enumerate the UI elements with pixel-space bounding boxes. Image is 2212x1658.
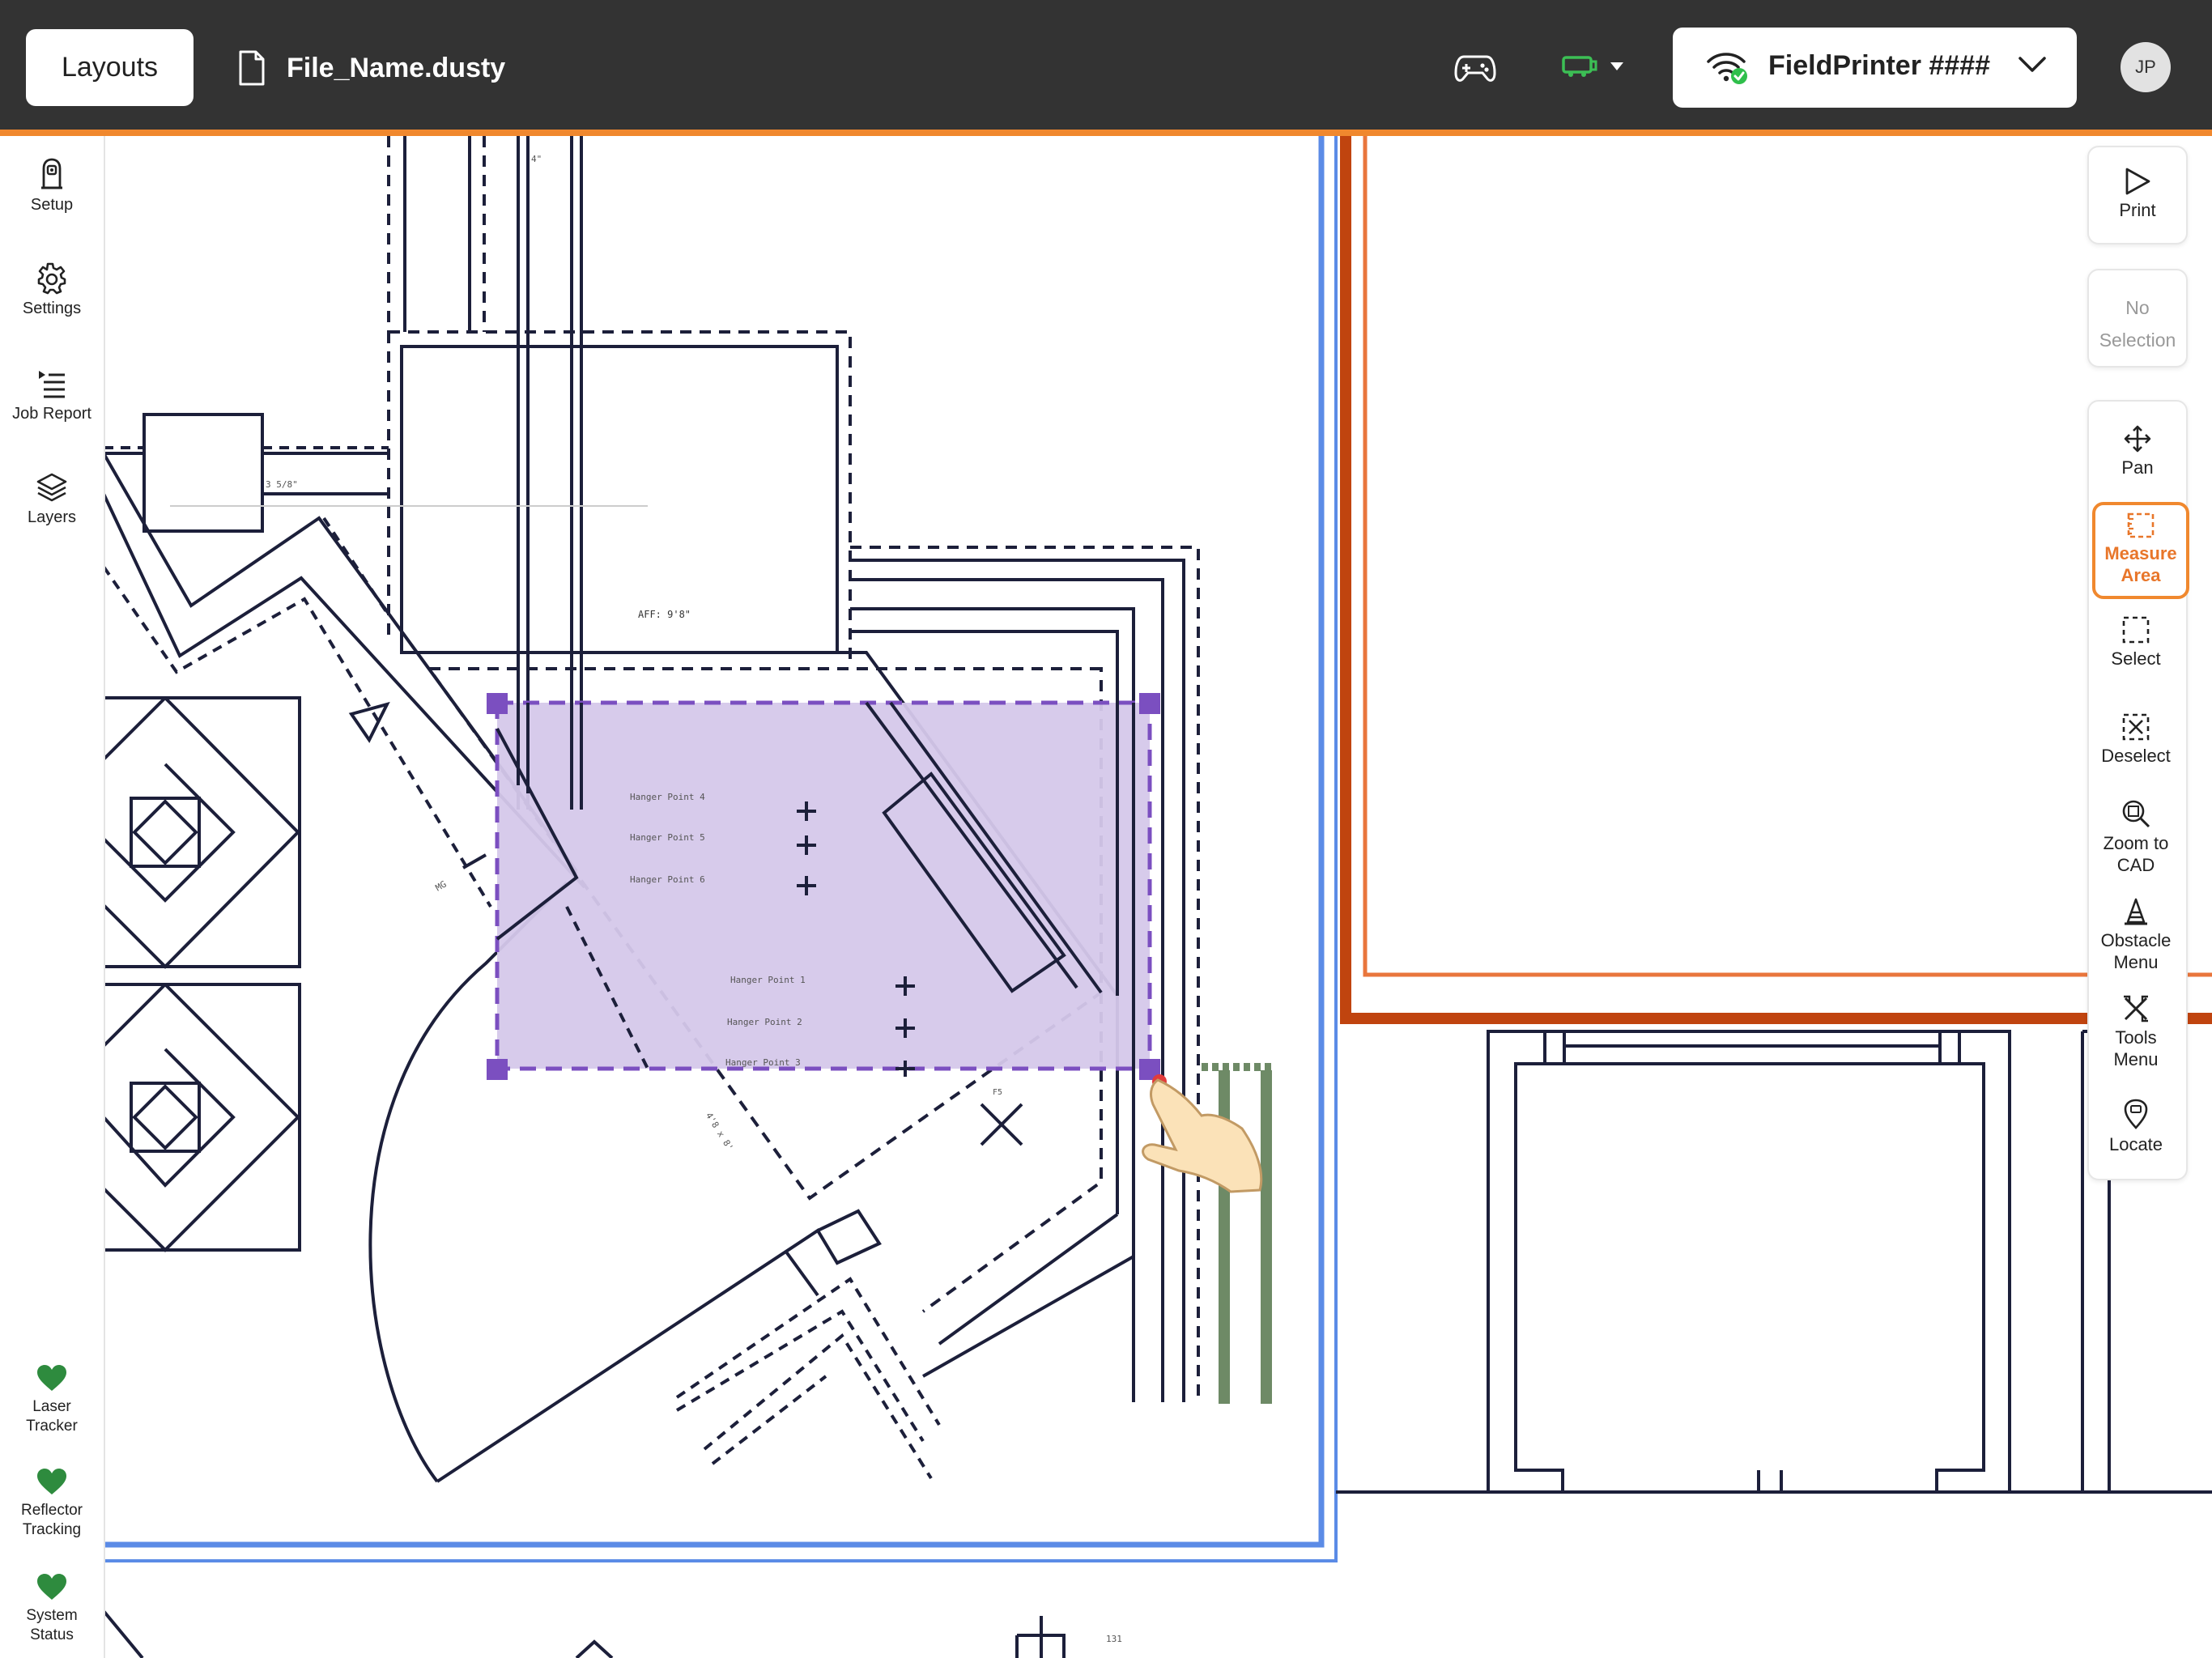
measure-area-content: Measure Area xyxy=(2092,512,2189,586)
cad-label: Hanger Point 1 xyxy=(730,975,806,985)
cad-label: Hanger Point 5 xyxy=(630,832,705,843)
cad-label: Hanger Point 3 xyxy=(725,1057,801,1068)
locate-label: Locate xyxy=(2108,1134,2163,1154)
tools-label: Tools xyxy=(2115,1027,2157,1048)
nav-job-report[interactable]: Job Report xyxy=(0,368,104,423)
cad-label: 3 5/8" xyxy=(266,479,298,490)
zoom-label: Zoom to xyxy=(2103,833,2169,853)
cad-label: AFF: 9'8" xyxy=(638,609,691,620)
nav-layers[interactable]: Layers xyxy=(0,471,104,527)
resize-handle xyxy=(487,693,508,714)
gear-icon xyxy=(37,262,66,295)
status-label: System xyxy=(26,1607,78,1624)
tools-label: Menu xyxy=(2113,1049,2159,1069)
nav-label: Settings xyxy=(22,300,82,317)
deselect-button[interactable]: Deselect xyxy=(2087,712,2184,767)
deselect-label: Deselect xyxy=(2101,746,2171,766)
tile-pattern xyxy=(104,696,301,1252)
document-icon xyxy=(239,50,265,86)
selection-status: No Selection xyxy=(2089,291,2186,356)
measure-label: Area xyxy=(2121,565,2161,585)
file-title: File_Name.dusty xyxy=(238,44,505,92)
location-pin-icon xyxy=(2124,1099,2148,1129)
select-marquee-icon xyxy=(2122,616,2150,644)
heart-icon xyxy=(37,1574,66,1600)
touch-hand-icon xyxy=(1142,1074,1263,1193)
zoom-to-cad-button[interactable]: Zoom to CAD xyxy=(2087,798,2184,876)
obstacle-label: Obstacle xyxy=(2100,930,2172,950)
status-label: Tracking xyxy=(22,1521,82,1538)
obstacle-menu-button[interactable]: Obstacle Menu xyxy=(2087,897,2184,973)
select-label: Select xyxy=(2111,648,2161,669)
measure-area-button[interactable]: Measure Area xyxy=(2092,502,2189,599)
print-label: Print xyxy=(2119,200,2156,220)
job-report-icon xyxy=(39,371,65,398)
cad-label: 4" xyxy=(531,154,542,164)
status-label: Status xyxy=(30,1626,74,1643)
move-arrows-icon xyxy=(2124,425,2151,453)
device-dropdown[interactable] xyxy=(1561,53,1624,79)
nav-label: Job Report xyxy=(12,405,91,423)
tools-menu-button[interactable]: Tools Menu xyxy=(2087,994,2184,1070)
status-label: Reflector xyxy=(20,1502,83,1519)
status-system[interactable]: System Status xyxy=(0,1572,104,1645)
locate-button[interactable]: Locate xyxy=(2087,1098,2184,1155)
left-sidebar: Setup Settings Job Report Layers Laser T… xyxy=(0,136,105,1658)
cad-label: 131 xyxy=(1106,1634,1122,1644)
status-laser-tracker[interactable]: Laser Tracker xyxy=(0,1363,104,1436)
avatar[interactable]: JP xyxy=(2121,42,2171,92)
tools-icon xyxy=(2124,995,2148,1022)
file-name: File_Name.dusty xyxy=(287,52,506,83)
cad-label: Hanger Point 4 xyxy=(630,792,705,802)
room-outline xyxy=(1336,1030,2212,1494)
obstacle-label: Menu xyxy=(2113,952,2159,972)
traffic-cone-icon xyxy=(2125,898,2147,925)
deselect-icon xyxy=(2122,713,2150,741)
selection-card: No Selection xyxy=(2087,269,2188,368)
layout-boundary-rust xyxy=(1340,136,2212,1024)
measure-area-icon xyxy=(2127,512,2155,538)
zoom-label: CAD xyxy=(2116,855,2155,875)
status-label: Tracker xyxy=(26,1418,78,1435)
printer-name: FieldPrinter #### xyxy=(1768,50,1991,81)
gamepad-icon[interactable] xyxy=(1454,50,1496,86)
select-button[interactable]: Select xyxy=(2087,615,2184,670)
cad-drawing xyxy=(104,136,2212,1658)
nav-setup[interactable]: Setup xyxy=(0,157,104,215)
top-bar-accent xyxy=(0,130,2212,136)
zoom-icon xyxy=(2122,800,2150,828)
chevron-down-icon xyxy=(2018,57,2046,72)
layouts-button[interactable]: Layouts xyxy=(26,29,194,106)
status-reflector-tracking[interactable]: Reflector Tracking xyxy=(0,1467,104,1540)
cad-label: Hanger Point 2 xyxy=(727,1017,802,1027)
tracker-icon xyxy=(41,158,62,189)
selection-label: No xyxy=(2125,297,2150,318)
print-button[interactable]: Print xyxy=(2089,167,2186,221)
heart-icon xyxy=(37,1365,66,1391)
cad-canvas[interactable]: 4" 3 5/8" AFF: 9'8" Hanger Point 4 Hange… xyxy=(104,136,2212,1658)
measure-label: Measure xyxy=(2104,543,2177,563)
pan-label: Pan xyxy=(2121,457,2154,478)
cad-label: Hanger Point 6 xyxy=(630,874,705,885)
caret-down-icon xyxy=(1610,62,1623,70)
nav-label: Setup xyxy=(30,196,74,214)
tracker-device-icon xyxy=(1562,56,1597,77)
printer-select[interactable]: FieldPrinter #### xyxy=(1673,28,2077,108)
resize-handle xyxy=(1139,693,1160,714)
pan-button[interactable]: Pan xyxy=(2089,424,2186,478)
nav-settings[interactable]: Settings xyxy=(0,262,104,318)
measure-selection xyxy=(487,693,1160,1080)
print-card[interactable]: Print xyxy=(2087,146,2188,244)
play-icon xyxy=(2125,168,2150,195)
layers-icon xyxy=(36,473,67,502)
selection-label: Selection xyxy=(2099,329,2176,351)
heart-icon xyxy=(37,1469,66,1494)
wifi-connected-icon xyxy=(1707,53,1747,84)
nav-label: Layers xyxy=(27,508,77,526)
resize-handle xyxy=(487,1059,508,1080)
cad-label: F5 xyxy=(993,1088,1003,1097)
status-label: Laser xyxy=(32,1398,71,1415)
